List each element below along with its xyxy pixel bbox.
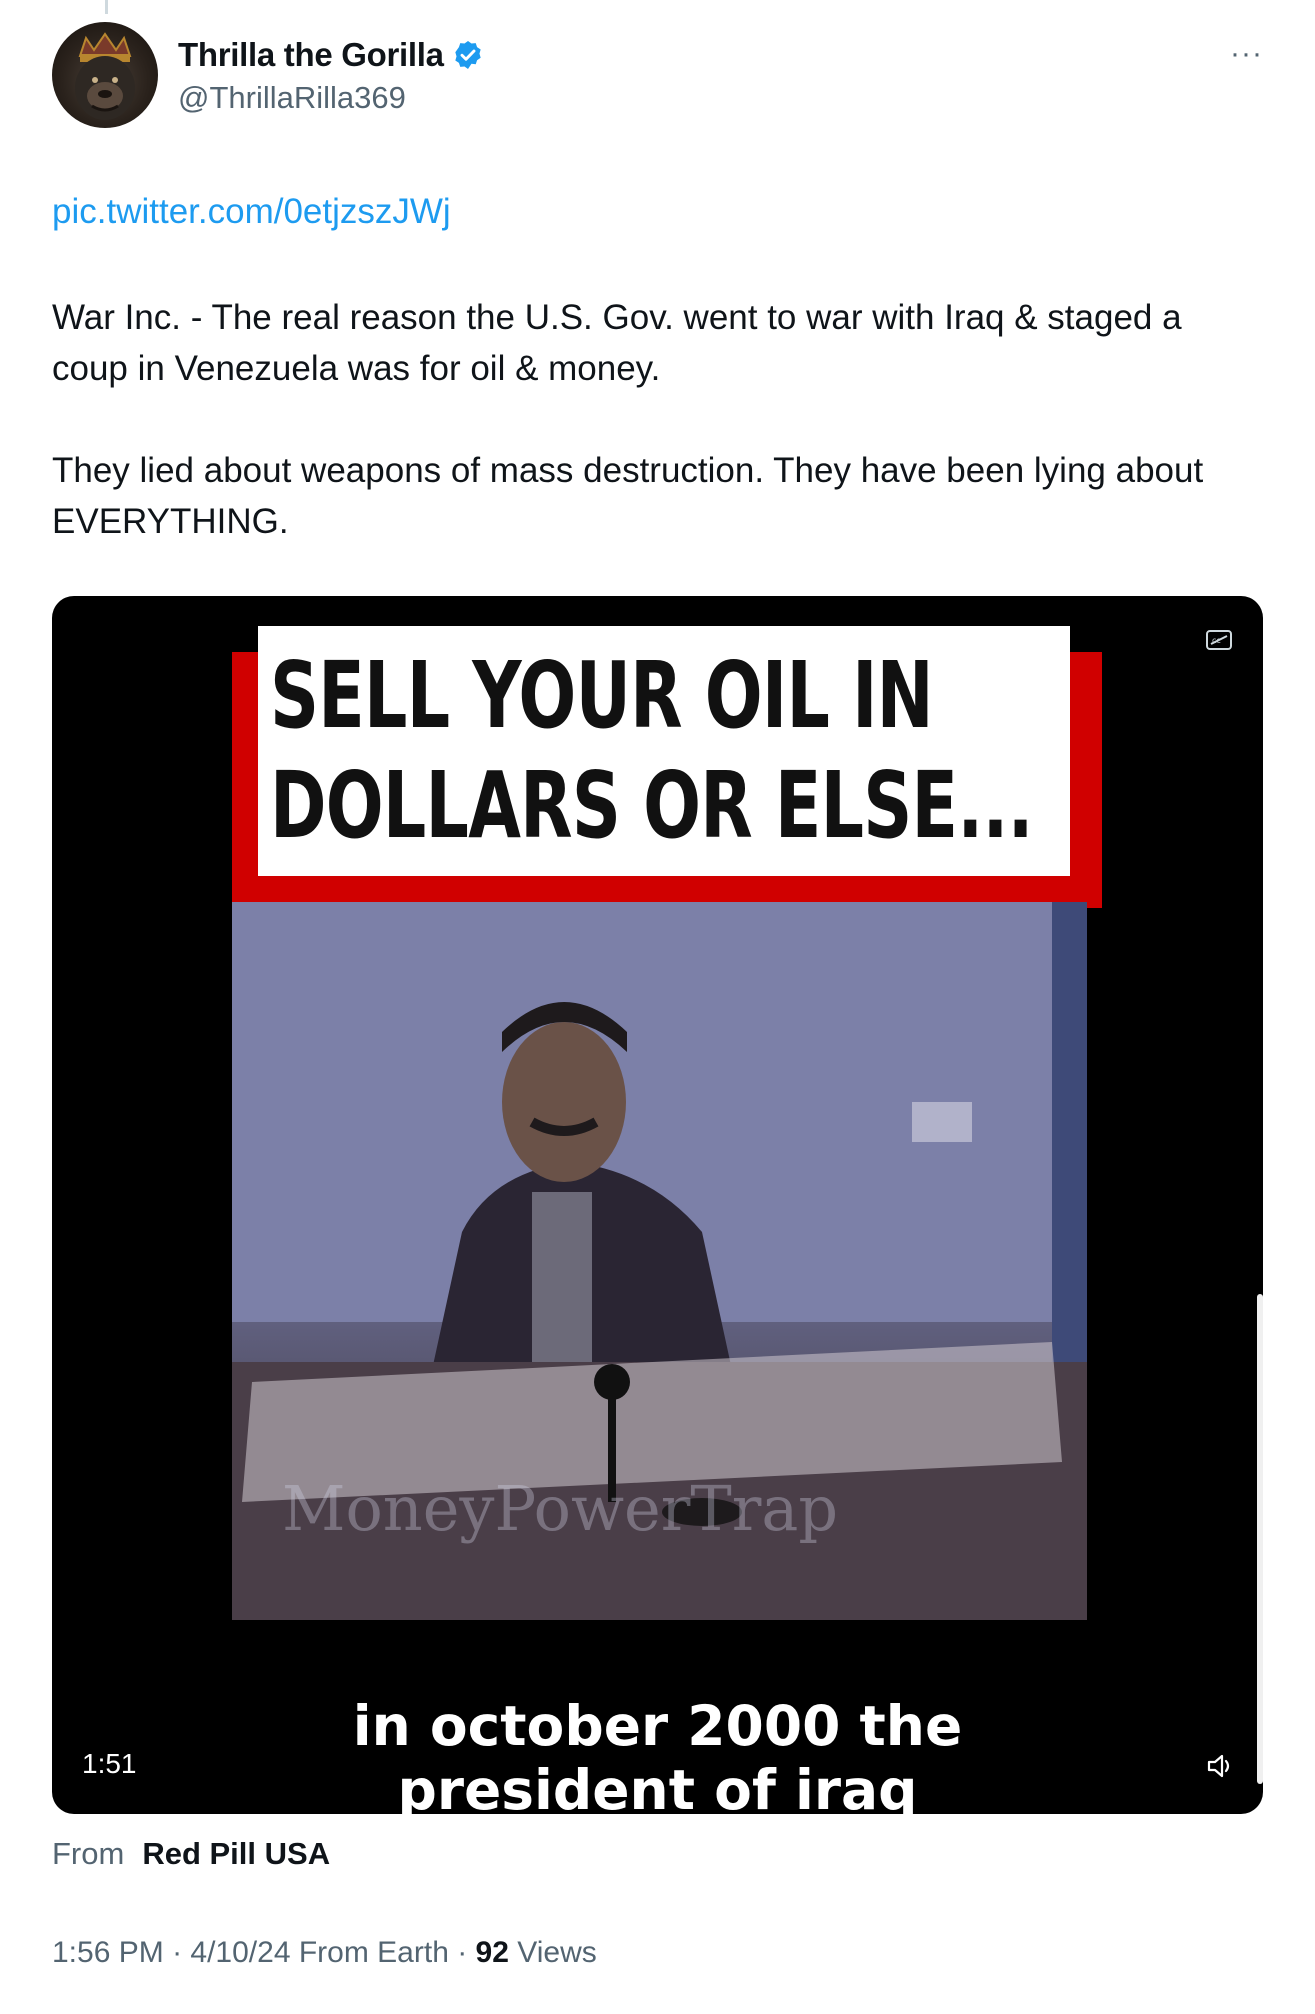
volume-icon[interactable] <box>1205 1752 1235 1780</box>
banner-line-2: DOLLARS OR ELSE... <box>270 752 1033 859</box>
tweet-meta: 1:56 PM · 4/10/24 From Earth · 92 Views <box>52 1936 597 1969</box>
video-banner: SELL YOUR OIL IN DOLLARS OR ELSE... <box>258 626 1070 876</box>
author-display-name-row[interactable]: Thrilla the Gorilla <box>178 36 484 74</box>
tweet-time[interactable]: 1:56 PM <box>52 1936 164 1969</box>
tweet-paragraph: War Inc. - The real reason the U.S. Gov.… <box>52 298 1182 388</box>
banner-line-1: SELL YOUR OIL IN <box>270 642 934 749</box>
source-label: From <box>52 1836 125 1871</box>
video-duration: 1:51 <box>74 1746 145 1782</box>
views-label: Views <box>517 1936 597 1969</box>
video-frame: MoneyPowerTrap <box>232 902 1087 1620</box>
video-player[interactable]: SELL YOUR OIL IN DOLLARS OR ELSE... Mone… <box>52 596 1263 1814</box>
verified-badge-icon <box>455 41 481 69</box>
more-options-icon[interactable]: ··· <box>1230 39 1263 69</box>
tweet-media-link[interactable]: pic.twitter.com/0etjzszJWj <box>52 192 451 232</box>
tweet-paragraph: They lied about weapons of mass destruct… <box>52 451 1204 541</box>
video-caption-line-2: president of iraq <box>397 1758 918 1814</box>
source-name[interactable]: Red Pill USA <box>142 1836 330 1871</box>
source-attribution: From Red Pill USA <box>52 1836 330 1872</box>
author-name[interactable]: Thrilla the Gorilla <box>178 36 444 74</box>
author-handle[interactable]: @ThrillaRilla369 <box>178 80 406 116</box>
tweet-text: War Inc. - The real reason the U.S. Gov.… <box>52 292 1262 598</box>
tweet-date[interactable]: 4/10/24 <box>190 1936 290 1969</box>
video-caption-line-1: in october 2000 the <box>352 1694 963 1758</box>
closed-captions-icon[interactable]: cc <box>1205 628 1233 652</box>
avatar[interactable] <box>52 22 158 128</box>
gorilla-avatar-icon <box>75 32 135 120</box>
svg-text:cc: cc <box>1212 636 1221 645</box>
video-watermark: MoneyPowerTrap <box>282 1472 839 1545</box>
tweet-location: From Earth <box>298 1936 449 1969</box>
views-count: 92 <box>475 1936 509 1969</box>
video-scroll-edge <box>1257 1294 1263 1784</box>
thread-line <box>105 0 108 14</box>
